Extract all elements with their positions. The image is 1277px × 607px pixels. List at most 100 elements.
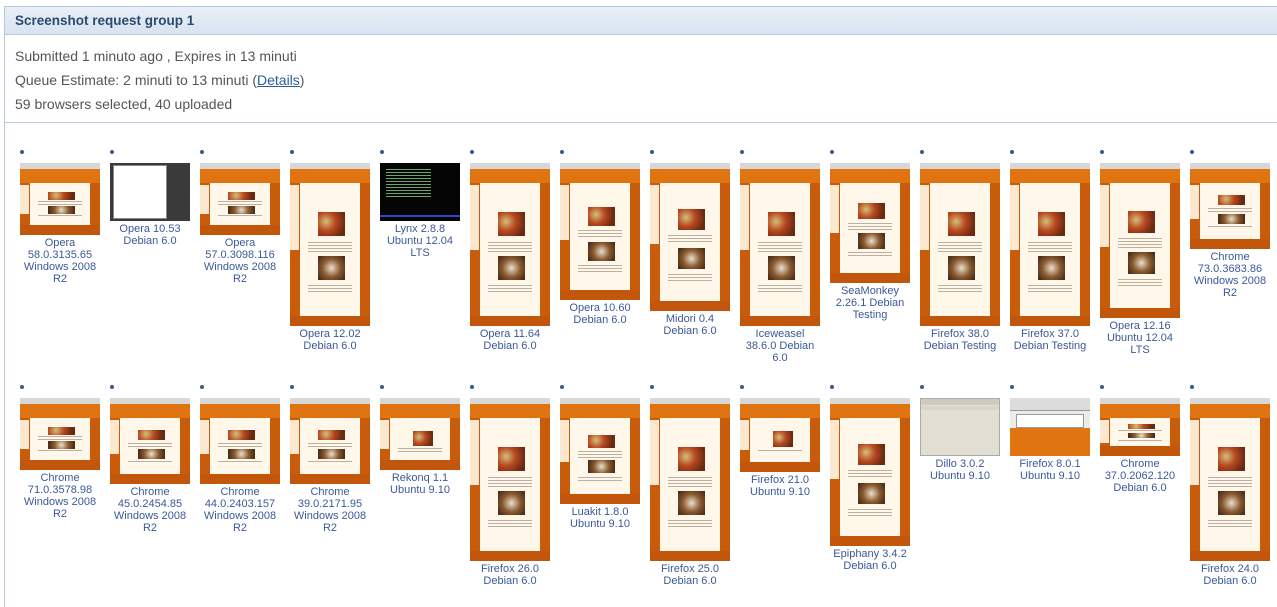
caption-line: Windows 2008 — [293, 510, 367, 522]
browser-caption[interactable]: Opera 12.16 Ubuntu 12.04 LTS — [1100, 320, 1180, 356]
bullet-icon — [470, 385, 474, 389]
screenshot-thumbnail[interactable] — [920, 398, 1000, 456]
browser-caption[interactable]: Firefox 37.0 Debian Testing — [1010, 328, 1090, 352]
browser-caption[interactable]: Firefox 8.0.1 Ubuntu 9.10 — [1010, 458, 1090, 482]
screenshot-thumbnail[interactable] — [200, 398, 280, 484]
caption-line: R2 — [52, 273, 68, 285]
screenshot-thumbnail[interactable] — [740, 398, 820, 472]
screenshot-thumbnail[interactable] — [920, 163, 1000, 326]
caption-line: Chrome — [1210, 251, 1250, 263]
browser-caption[interactable]: Midori 0.4 Debian 6.0 — [650, 313, 730, 337]
caption-line: Opera — [44, 237, 76, 249]
caption-line: Debian 6.0 — [843, 560, 897, 572]
bullet-icon — [1100, 150, 1104, 154]
thumbnail-blank — [110, 163, 190, 221]
caption-line: Chrome — [1120, 458, 1160, 470]
caption-line: Debian 6.0 — [1113, 482, 1167, 494]
browser-caption[interactable]: Rekonq 1.1 Ubuntu 9.10 — [380, 472, 460, 496]
screenshot-thumbnail[interactable] — [110, 398, 190, 484]
screenshot-thumbnail[interactable] — [740, 163, 820, 326]
screenshot-thumbnail[interactable] — [380, 163, 460, 221]
screenshot-thumbnail[interactable] — [650, 398, 730, 561]
divider — [4, 122, 1277, 123]
bullet-icon — [20, 150, 24, 154]
screenshot-thumbnail[interactable] — [1010, 163, 1090, 326]
browser-caption[interactable]: Opera 12.02 Debian 6.0 — [290, 328, 370, 352]
thumbnail-webpage — [1190, 398, 1270, 561]
caption-line: Windows 2008 — [113, 510, 187, 522]
browser-caption[interactable]: Opera 57.0.3098.116 Windows 2008 R2 — [200, 237, 280, 285]
screenshot-thumbnail[interactable] — [830, 163, 910, 283]
browser-caption[interactable]: Iceweasel 38.6.0 Debian 6.0 — [740, 328, 820, 364]
screenshot-thumbnail[interactable] — [380, 398, 460, 470]
caption-line: Chrome — [310, 486, 350, 498]
browser-caption[interactable]: Firefox 25.0 Debian 6.0 — [650, 563, 730, 587]
screenshot-thumbnail[interactable] — [1190, 163, 1270, 249]
caption-line: Rekonq 1.1 — [391, 472, 449, 484]
bullet-icon — [1190, 385, 1194, 389]
screenshot-thumbnail[interactable] — [1100, 163, 1180, 318]
screenshot-thumbnail[interactable] — [560, 163, 640, 300]
details-link[interactable]: Details — [257, 72, 300, 88]
browser-caption[interactable]: Chrome 39.0.2171.95 Windows 2008 R2 — [290, 486, 370, 534]
browser-caption[interactable]: Dillo 3.0.2 Ubuntu 9.10 — [920, 458, 1000, 482]
screenshot-thumbnail[interactable] — [1100, 398, 1180, 456]
bullet-icon — [380, 385, 384, 389]
browser-caption[interactable]: Lynx 2.8.8 Ubuntu 12.04 LTS — [380, 223, 460, 259]
screenshot-thumbnail[interactable] — [290, 163, 370, 326]
thumbnail-webpage — [110, 398, 190, 484]
request-info: Submitted 1 minuto ago , Expires in 13 m… — [15, 44, 304, 116]
screenshot-thumbnail[interactable] — [20, 163, 100, 235]
caption-line: Firefox 37.0 — [1020, 328, 1080, 340]
caption-line: R2 — [232, 273, 248, 285]
bullet-icon — [740, 385, 744, 389]
screenshot-thumbnail[interactable] — [20, 398, 100, 470]
browser-caption[interactable]: Chrome 73.0.3683.86 Windows 2008 R2 — [1190, 251, 1270, 299]
bullet-icon — [470, 150, 474, 154]
panel-header: Screenshot request group 1 — [5, 7, 1277, 35]
caption-line: 38.6.0 Debian — [745, 340, 815, 352]
screenshot-thumbnail[interactable] — [470, 163, 550, 326]
screenshot-thumbnail[interactable] — [1190, 398, 1270, 561]
screenshot-thumbnail[interactable] — [200, 163, 280, 235]
bullet-icon — [110, 150, 114, 154]
caption-line: Ubuntu 12.04 — [386, 235, 454, 247]
browser-caption[interactable]: Opera 10.60 Debian 6.0 — [560, 302, 640, 326]
bullet-icon — [560, 150, 564, 154]
browser-caption[interactable]: Opera 10.53 Debian 6.0 — [110, 223, 190, 247]
browser-caption[interactable]: Luakit 1.8.0 Ubuntu 9.10 — [560, 506, 640, 530]
browser-caption[interactable]: Firefox 24.0 Debian 6.0 — [1190, 563, 1270, 587]
caption-line: 44.0.2403.157 — [204, 498, 276, 510]
caption-line: R2 — [322, 522, 338, 534]
screenshot-thumbnail[interactable] — [1010, 398, 1090, 456]
screenshot-thumbnail[interactable] — [290, 398, 370, 484]
browser-caption[interactable]: Chrome 71.0.3578.98 Windows 2008 R2 — [20, 472, 100, 520]
browser-caption[interactable]: Chrome 37.0.2062.120 Debian 6.0 — [1100, 458, 1180, 494]
caption-line: Firefox 26.0 — [480, 563, 540, 575]
thumbnail-webpage — [290, 398, 370, 484]
browser-caption[interactable]: SeaMonkey 2.26.1 Debian Testing — [830, 285, 910, 321]
caption-line: R2 — [142, 522, 158, 534]
browser-caption[interactable]: Firefox 38.0 Debian Testing — [920, 328, 1000, 352]
bullet-icon — [650, 385, 654, 389]
browser-caption[interactable]: Opera 11.64 Debian 6.0 — [470, 328, 550, 352]
browser-caption[interactable]: Chrome 45.0.2454.85 Windows 2008 R2 — [110, 486, 190, 534]
screenshot-thumbnail[interactable] — [650, 163, 730, 311]
thumbnail-webpage — [290, 163, 370, 326]
bullet-icon — [920, 150, 924, 154]
caption-line: Opera 12.02 — [299, 328, 361, 340]
screenshot-thumbnail[interactable] — [470, 398, 550, 561]
browser-caption[interactable]: Opera 58.0.3135.65 Windows 2008 R2 — [20, 237, 100, 285]
bullet-icon — [1190, 150, 1194, 154]
caption-line: Opera 12.16 — [1109, 320, 1171, 332]
screenshot-thumbnail[interactable] — [110, 163, 190, 221]
browser-caption[interactable]: Firefox 21.0 Ubuntu 9.10 — [740, 474, 820, 498]
screenshot-thumbnail[interactable] — [560, 398, 640, 504]
browser-caption[interactable]: Epiphany 3.4.2 Debian 6.0 — [830, 548, 910, 572]
browser-caption[interactable]: Chrome 44.0.2403.157 Windows 2008 R2 — [200, 486, 280, 534]
bullet-icon — [110, 385, 114, 389]
caption-line: Midori 0.4 — [665, 313, 715, 325]
screenshot-thumbnail[interactable] — [830, 398, 910, 546]
browser-caption[interactable]: Firefox 26.0 Debian 6.0 — [470, 563, 550, 587]
browsers-count: 59 browsers selected, 40 uploaded — [15, 96, 233, 112]
